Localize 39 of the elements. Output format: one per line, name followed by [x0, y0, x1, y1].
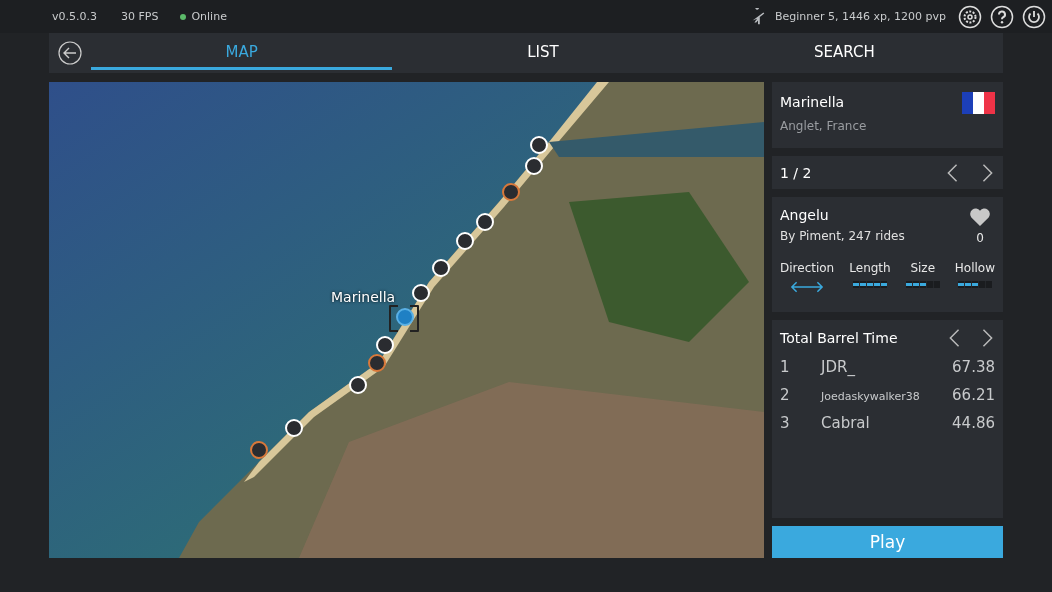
- settings-icon[interactable]: [958, 4, 982, 29]
- stat-label: Direction: [780, 261, 835, 275]
- leaderboard-title: Total Barrel Time: [780, 330, 898, 346]
- help-icon[interactable]: [990, 4, 1014, 29]
- wave-name: Angelu: [780, 207, 830, 223]
- map-label: Marinella: [331, 289, 396, 305]
- flag-icon: [962, 92, 995, 114]
- spot-location: Anglet, France: [780, 119, 867, 133]
- back-button[interactable]: [58, 41, 82, 65]
- connection-status: Online: [191, 10, 227, 23]
- previous-arrow-icon[interactable]: [945, 162, 959, 183]
- previous-arrow-icon[interactable]: [947, 328, 961, 348]
- stat-label: Size: [910, 261, 936, 275]
- tab[interactable]: LIST: [392, 33, 694, 70]
- rank-number: 1: [780, 358, 791, 376]
- next-arrow-icon[interactable]: [981, 162, 995, 183]
- spot-name: Marinella: [780, 94, 846, 110]
- like-count: 0: [976, 231, 984, 245]
- version-label: v0.5.0.3: [52, 10, 97, 23]
- stat-label: Hollow: [954, 261, 995, 275]
- double-arrow-icon: [790, 281, 825, 293]
- score-value: 66.21: [952, 386, 995, 404]
- fps-label: 30 FPS: [121, 10, 159, 23]
- rank-number: 2: [780, 386, 791, 404]
- heart-icon[interactable]: [969, 207, 991, 227]
- tab[interactable]: MAP: [91, 33, 393, 70]
- tab[interactable]: SEARCH: [693, 33, 995, 70]
- score-value: 67.38: [952, 358, 995, 376]
- score-value: 44.86: [952, 414, 995, 432]
- player-name: Joedaskywalker38: [821, 390, 921, 403]
- next-arrow-icon[interactable]: [981, 328, 995, 348]
- power-icon[interactable]: [1022, 4, 1046, 29]
- page-counter: 1 / 2: [780, 164, 812, 181]
- player-name: JDR_: [821, 358, 856, 376]
- player-stats: Beginner 5, 1446 xp, 1200 pvp: [775, 10, 946, 23]
- rank-number: 3: [780, 414, 791, 432]
- player-name: Cabral: [821, 414, 871, 432]
- wave-byline: By Piment, 247 rides: [780, 229, 905, 243]
- stat-label: Length: [849, 261, 891, 275]
